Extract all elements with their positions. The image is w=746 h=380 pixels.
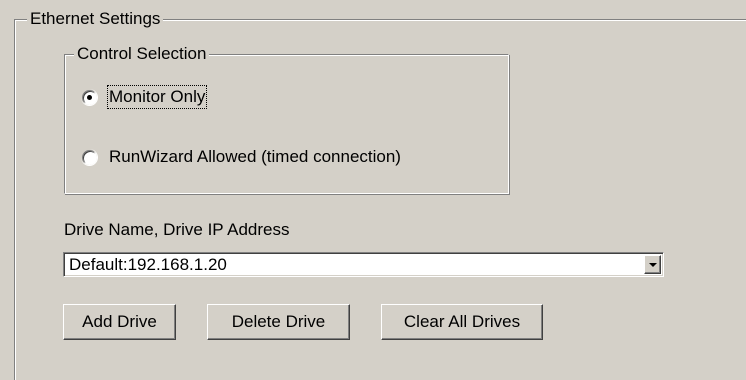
- radio-runwizard-allowed[interactable]: RunWizard Allowed (timed connection): [81, 146, 402, 168]
- dropdown-button[interactable]: [644, 255, 661, 274]
- drive-select-value: Default:192.168.1.20: [69, 255, 227, 274]
- ethernet-settings-title: Ethernet Settings: [27, 9, 164, 29]
- drive-select[interactable]: Default:192.168.1.20: [63, 252, 664, 277]
- drive-list-label: Drive Name, Drive IP Address: [64, 220, 290, 239]
- radio-monitor-only-label[interactable]: Monitor Only: [106, 85, 208, 109]
- radio-runwizard-allowed-label[interactable]: RunWizard Allowed (timed connection): [108, 146, 402, 168]
- radio-selected-icon[interactable]: [81, 88, 98, 106]
- radio-monitor-only[interactable]: Monitor Only: [81, 85, 208, 109]
- delete-drive-button[interactable]: Delete Drive: [207, 304, 350, 340]
- control-selection-groupbox: [64, 54, 509, 194]
- clear-all-drives-button[interactable]: Clear All Drives: [381, 304, 543, 340]
- control-selection-title: Control Selection: [74, 44, 210, 64]
- add-drive-button[interactable]: Add Drive: [63, 304, 176, 340]
- radio-unselected-icon[interactable]: [81, 148, 98, 166]
- radio-dot: [87, 94, 92, 100]
- chevron-down-icon: [648, 262, 657, 267]
